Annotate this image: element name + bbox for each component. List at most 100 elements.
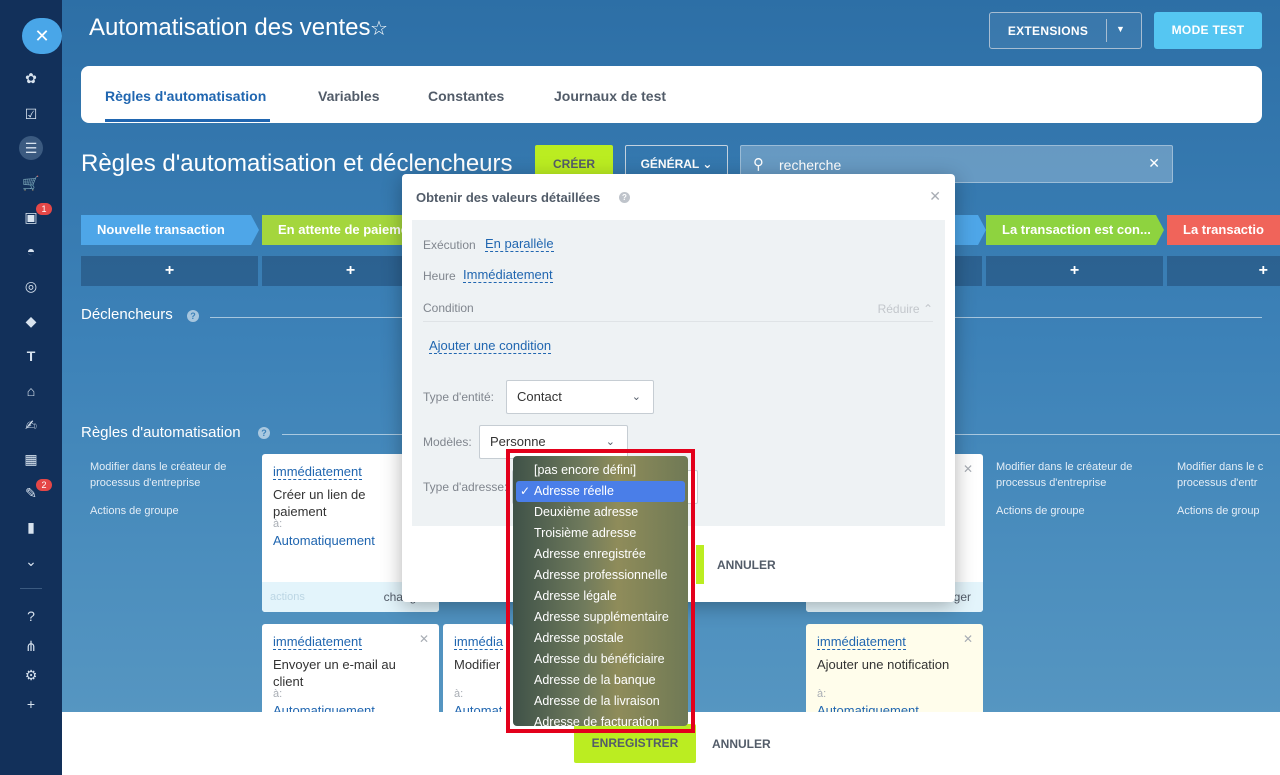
option-delivery-address[interactable]: Adresse de la livraison xyxy=(513,691,688,712)
target-icon[interactable]: ◎ xyxy=(20,275,42,297)
rule-timing-link[interactable]: immédiatement xyxy=(273,634,362,650)
execution-label: Exécution xyxy=(423,238,476,252)
rule-title: Modifier xyxy=(454,657,501,672)
option-legal-address[interactable]: Adresse légale xyxy=(513,586,688,607)
entity-type-select[interactable]: Contact ⌄ xyxy=(506,380,654,414)
calendar-icon[interactable]: ▦ xyxy=(20,448,42,470)
sitemap-icon[interactable]: ⋔ xyxy=(20,635,42,657)
option-postal-address[interactable]: Adresse postale xyxy=(513,628,688,649)
chart-icon[interactable]: ▮ xyxy=(20,516,42,538)
option-business-address[interactable]: Adresse professionnelle xyxy=(513,565,688,586)
stage-awaiting-payment[interactable]: En attente de paieme xyxy=(262,215,412,245)
close-icon[interactable]: ✕ xyxy=(929,188,941,205)
close-icon[interactable]: ✕ xyxy=(963,632,973,646)
left-navigation: ✕ ✿ ☑ ☰ 🛒 ▣ 1 ◓ ◎ ◆ T ⌂ ✍ ▦ ✎ 2 ▮ ⌄ ? ⋔ … xyxy=(0,0,62,775)
execution-link[interactable]: En parallèle xyxy=(485,236,554,252)
help-icon[interactable]: ? xyxy=(619,192,630,203)
tab-constants[interactable]: Constantes xyxy=(428,88,504,104)
notification-badge: 1 xyxy=(36,203,52,215)
close-icon[interactable]: ✕ xyxy=(963,462,973,476)
entity-type-value: Contact xyxy=(517,389,562,404)
general-label: GÉNÉRAL xyxy=(640,157,700,171)
cart-icon[interactable]: 🛒 xyxy=(20,172,42,194)
stage-partial[interactable] xyxy=(954,215,978,245)
help-icon[interactable]: ? xyxy=(258,427,270,439)
add-stage-rule-button[interactable] xyxy=(954,256,982,286)
add-icon[interactable]: + xyxy=(20,693,42,715)
group-actions-link[interactable]: Actions de groupe xyxy=(90,503,179,519)
help-icon[interactable]: ? xyxy=(20,605,42,627)
add-stage-rule-button[interactable]: + xyxy=(1167,256,1280,286)
dialog-title: Obtenir des valeurs détaillées xyxy=(416,190,601,205)
test-mode-button[interactable]: MODE TEST xyxy=(1154,12,1262,49)
divider xyxy=(282,434,402,435)
add-stage-rule-button[interactable]: + xyxy=(81,256,258,286)
close-icon: ✕ xyxy=(34,25,50,46)
rule-card[interactable]: immédiatement ✕ Envoyer un e-mail au cli… xyxy=(262,624,439,724)
activity-icon[interactable]: ✿ xyxy=(20,67,42,89)
rule-timing-link[interactable]: immédia xyxy=(454,634,504,650)
assignee-value[interactable]: Automatiquement xyxy=(273,533,375,548)
tab-variables[interactable]: Variables xyxy=(318,88,380,104)
stage-transaction-confirmed[interactable]: La transaction est con... xyxy=(986,215,1156,245)
close-slider-button[interactable]: ✕ xyxy=(22,18,62,54)
chevron-down-circle-icon[interactable]: ⌄ xyxy=(20,550,42,572)
assignee-label: à: xyxy=(817,688,827,700)
dialog-cancel-button[interactable]: ANNULER xyxy=(717,558,776,572)
option-additional-address[interactable]: Adresse supplémentaire xyxy=(513,607,688,628)
rule-card[interactable]: immédia Modifier à: Automat xyxy=(443,624,513,724)
save-button[interactable] xyxy=(696,545,704,584)
rule-timing-link[interactable]: immédiatement xyxy=(273,464,362,480)
tasks-icon[interactable]: ☑ xyxy=(20,103,42,125)
text-icon[interactable]: T xyxy=(20,345,42,367)
search-placeholder: recherche xyxy=(779,157,842,173)
box-icon[interactable]: ◆ xyxy=(20,310,42,332)
highlight-frame: [pas encore défini] ✓ Adresse réelle Deux… xyxy=(506,449,695,733)
add-condition-link[interactable]: Ajouter une condition xyxy=(429,338,552,354)
option-third-address[interactable]: Troisième adresse xyxy=(513,523,688,544)
edit-in-designer-link[interactable]: Modifier dans le créateur de processus d… xyxy=(90,459,250,491)
edit-in-designer-link[interactable]: Modifier dans le c processus d'entr xyxy=(1177,459,1277,491)
rule-card[interactable]: immédiatement ✕ Ajouter une notification… xyxy=(806,624,983,724)
option-bank-address[interactable]: Adresse de la banque xyxy=(513,670,688,691)
funnel-icon[interactable]: ☰ xyxy=(19,136,43,160)
android-icon[interactable]: ◓ xyxy=(20,240,42,262)
option-second-address[interactable]: Deuxième adresse xyxy=(513,502,688,523)
option-selected[interactable]: ✓ Adresse réelle xyxy=(516,481,685,502)
help-icon[interactable]: ? xyxy=(187,310,199,322)
nav-divider xyxy=(20,588,42,589)
stage-new-transaction[interactable]: Nouvelle transaction xyxy=(81,215,251,245)
bank-icon[interactable]: ⌂ xyxy=(20,380,42,402)
rule-timing-link[interactable]: immédiatement xyxy=(817,634,906,650)
gear-icon[interactable]: ⚙ xyxy=(20,664,42,686)
stage-arrow xyxy=(978,215,986,245)
tab-automation-rules[interactable]: Règles d'automatisation xyxy=(105,88,266,104)
signature-icon[interactable]: ✍ xyxy=(20,414,42,436)
tab-test-logs[interactable]: Journaux de test xyxy=(554,88,666,104)
close-icon[interactable]: ✕ xyxy=(419,632,429,646)
option-billing-address[interactable]: Adresse de facturation xyxy=(513,712,688,733)
option-registered-address[interactable]: Adresse enregistrée xyxy=(513,544,688,565)
divider xyxy=(423,321,933,322)
group-actions-link[interactable]: Actions de groupe xyxy=(996,503,1085,519)
collapse-button[interactable]: Réduire ⌃ xyxy=(878,302,933,316)
clear-search-icon[interactable]: ✕ xyxy=(1148,155,1160,172)
divider xyxy=(210,317,402,318)
add-stage-rule-button[interactable]: + xyxy=(986,256,1163,286)
cancel-button[interactable]: ANNULER xyxy=(712,737,771,751)
tabs-bar: Règles d'automatisation Variables Consta… xyxy=(81,66,1262,123)
option-label: Adresse réelle xyxy=(534,484,614,498)
time-link[interactable]: Immédiatement xyxy=(463,267,553,283)
option-undefined[interactable]: [pas encore défini] xyxy=(513,460,688,481)
edit-in-designer-link[interactable]: Modifier dans le créateur de processus d… xyxy=(996,459,1156,491)
extensions-button[interactable]: EXTENSIONS ▼ xyxy=(989,12,1142,49)
chevron-down-icon[interactable]: ▼ xyxy=(1116,24,1125,34)
option-beneficiary-address[interactable]: Adresse du bénéficiaire xyxy=(513,649,688,670)
active-tab-indicator xyxy=(105,119,270,122)
star-icon[interactable]: ☆ xyxy=(370,16,388,41)
stage-transaction-failed[interactable]: La transactio xyxy=(1167,215,1280,245)
group-actions-link[interactable]: Actions de group xyxy=(1177,503,1260,519)
assignee-label: à: xyxy=(273,688,283,700)
divider xyxy=(955,317,1262,318)
models-value: Personne xyxy=(490,434,546,449)
